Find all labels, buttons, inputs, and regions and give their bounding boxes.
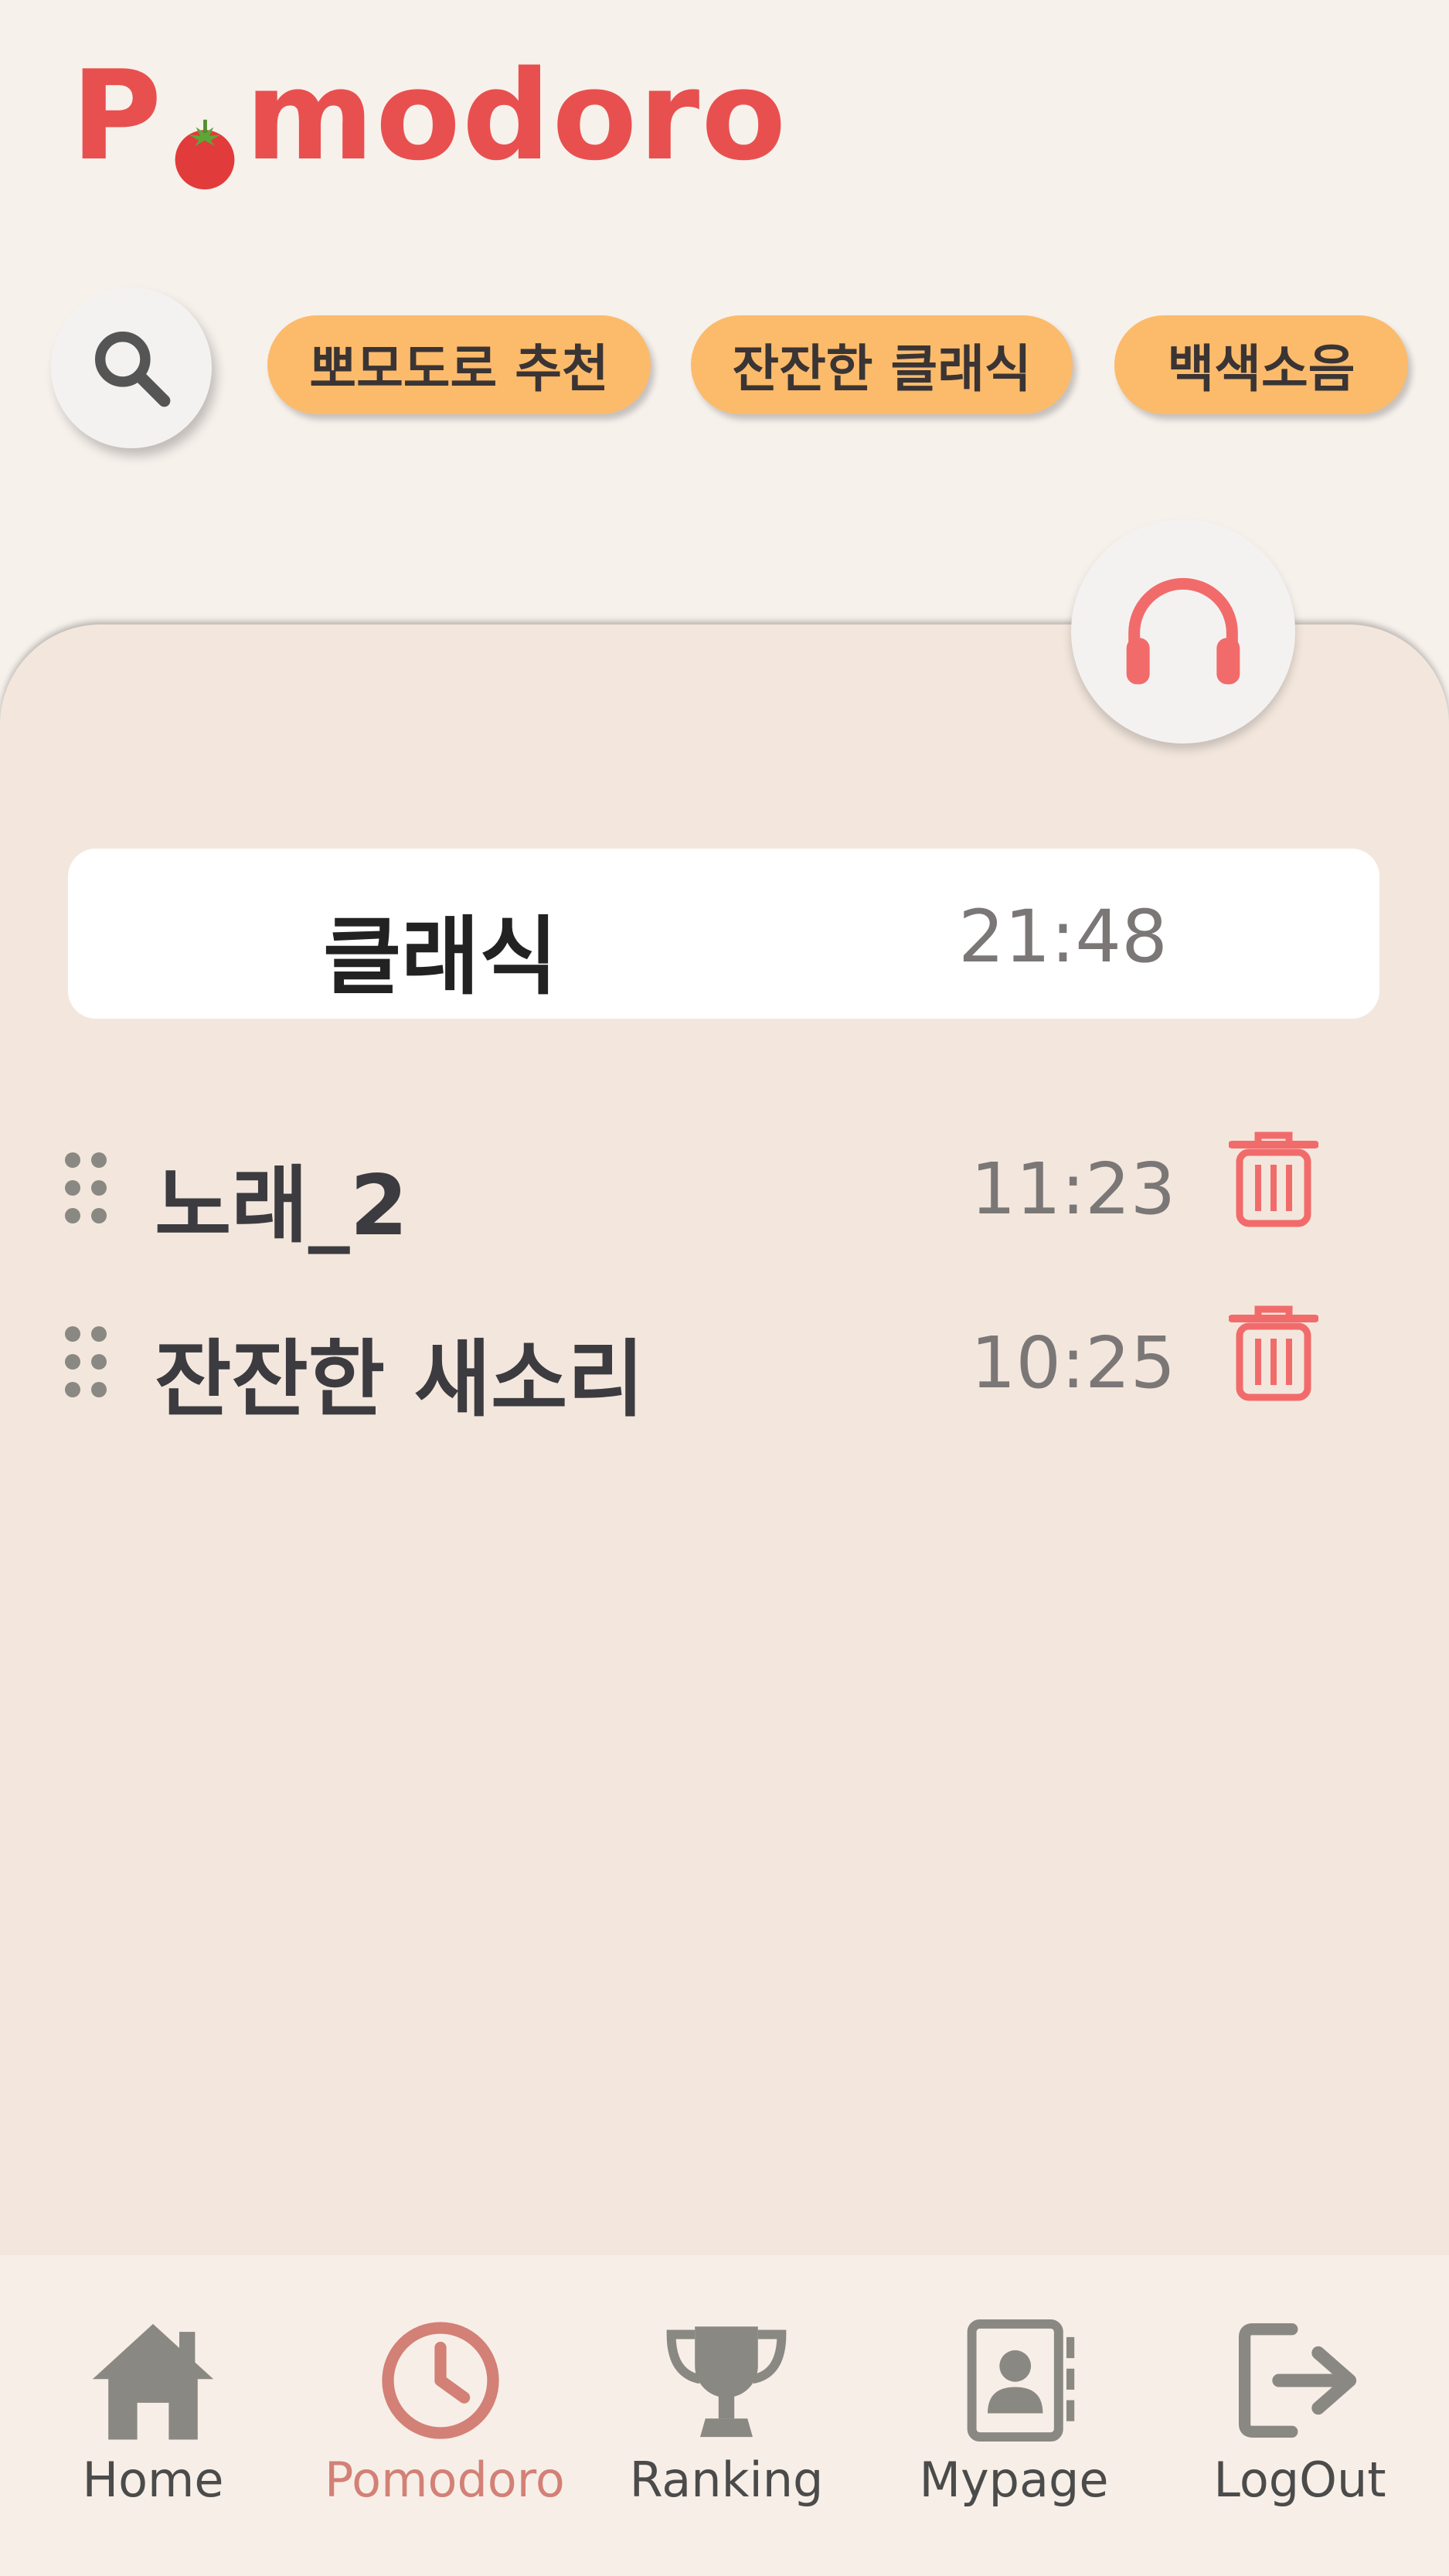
search-button[interactable] bbox=[51, 288, 212, 448]
logout-icon bbox=[1238, 2323, 1357, 2438]
tab-label: Ranking bbox=[629, 2452, 824, 2508]
trash-icon[interactable] bbox=[1229, 1131, 1318, 1228]
now-playing-card[interactable] bbox=[68, 849, 1379, 1019]
tab-label: Mypage bbox=[919, 2452, 1109, 2508]
tomato-icon bbox=[168, 87, 242, 190]
track-row[interactable]: 잔잔한 새소리 10:25 bbox=[0, 1298, 1449, 1428]
app-logo: P modoro bbox=[71, 43, 788, 190]
tab-ranking[interactable]: Ranking bbox=[611, 2319, 842, 2508]
chip-pomodoro-recommend[interactable]: 뽀모도로 추천 bbox=[267, 315, 651, 414]
track-time: 10:25 bbox=[971, 1322, 1176, 1404]
drag-handle-icon[interactable] bbox=[63, 1325, 110, 1399]
now-playing-time: 21:48 bbox=[958, 895, 1168, 979]
trash-icon[interactable] bbox=[1229, 1305, 1318, 1402]
track-row[interactable]: 노래_2 11:23 bbox=[0, 1125, 1449, 1254]
search-icon bbox=[94, 331, 171, 407]
tab-pomodoro[interactable]: Pomodoro bbox=[325, 2319, 565, 2508]
chip-white-noise[interactable]: 백색소음 bbox=[1114, 315, 1408, 414]
trophy-icon bbox=[666, 2326, 787, 2438]
now-playing-title: 클래식 bbox=[323, 907, 558, 1006]
track-title: 잔잔한 새소리 bbox=[155, 1332, 645, 1428]
chip-calm-classic[interactable]: 잔잔한 클래식 bbox=[691, 315, 1073, 414]
home-icon bbox=[92, 2323, 214, 2440]
track-time: 11:23 bbox=[971, 1148, 1176, 1230]
headphones-button[interactable] bbox=[1071, 519, 1295, 744]
contact-book-icon bbox=[967, 2319, 1075, 2442]
logo-text-suffix: modoro bbox=[245, 43, 788, 188]
track-title: 노래_2 bbox=[155, 1158, 408, 1254]
tab-mypage[interactable]: Mypage bbox=[898, 2319, 1130, 2508]
tab-label: LogOut bbox=[1213, 2452, 1386, 2508]
tab-label: Pomodoro bbox=[325, 2452, 565, 2508]
tab-home[interactable]: Home bbox=[37, 2319, 269, 2508]
logo-text-prefix: P bbox=[71, 43, 164, 188]
tab-logout[interactable]: LogOut bbox=[1184, 2319, 1416, 2508]
clock-icon bbox=[382, 2322, 499, 2439]
drag-handle-icon[interactable] bbox=[63, 1151, 110, 1225]
tab-label: Home bbox=[82, 2452, 224, 2508]
headphones-icon bbox=[1126, 577, 1240, 685]
